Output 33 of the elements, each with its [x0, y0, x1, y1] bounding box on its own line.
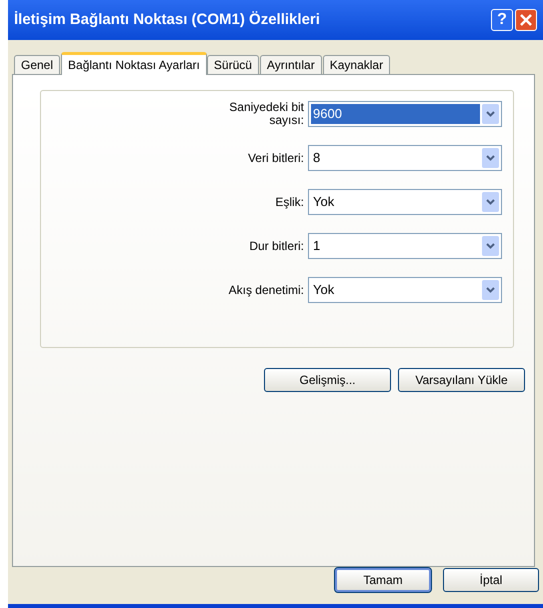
- chevron-down-icon: [486, 243, 495, 249]
- dropdown-arrow-button[interactable]: [482, 280, 499, 300]
- close-button[interactable]: [515, 9, 537, 31]
- field-label: Saniyedeki bit sayısı:: [228, 101, 304, 127]
- dialog-button[interactable]: Tamam: [335, 568, 431, 592]
- panel-button[interactable]: Varsayılanı Yükle: [398, 368, 525, 392]
- tab[interactable]: Kaynaklar: [322, 55, 390, 74]
- field-label: Akış denetimi:: [228, 284, 304, 296]
- dropdown[interactable]: Yok: [308, 189, 502, 215]
- field-label: Veri bitleri:: [246, 152, 304, 164]
- tab[interactable]: Bağlantı Noktası Ayarları: [61, 52, 207, 75]
- tab[interactable]: Ayrıntılar: [260, 55, 322, 74]
- chevron-down-icon: [486, 199, 495, 205]
- dialog-button[interactable]: İptal: [443, 568, 539, 592]
- tab[interactable]: Sürücü: [206, 55, 259, 74]
- panel-button[interactable]: Gelişmiş...: [264, 368, 391, 392]
- chevron-down-icon: [486, 155, 495, 161]
- dropdown[interactable]: 1: [308, 233, 502, 259]
- window-title: İletişim Bağlantı Noktası (COM1) Özellikleri: [14, 10, 321, 30]
- close-icon: [519, 13, 533, 27]
- dropdown[interactable]: 9600: [308, 101, 502, 127]
- chevron-down-icon: [486, 111, 495, 117]
- dropdown-arrow-button[interactable]: [482, 192, 499, 212]
- dropdown-arrow-button[interactable]: [482, 236, 499, 256]
- dropdown[interactable]: 8: [308, 145, 502, 171]
- dropdown-arrow-button[interactable]: [482, 148, 499, 168]
- tab[interactable]: Genel: [14, 55, 60, 74]
- dropdown-arrow-button[interactable]: [482, 104, 499, 124]
- chevron-down-icon: [486, 287, 495, 293]
- field-label: Eşlik:: [274, 196, 304, 208]
- help-button[interactable]: ?: [491, 9, 513, 31]
- field-label: Dur bitleri:: [248, 240, 304, 252]
- dropdown[interactable]: Yok: [308, 277, 502, 303]
